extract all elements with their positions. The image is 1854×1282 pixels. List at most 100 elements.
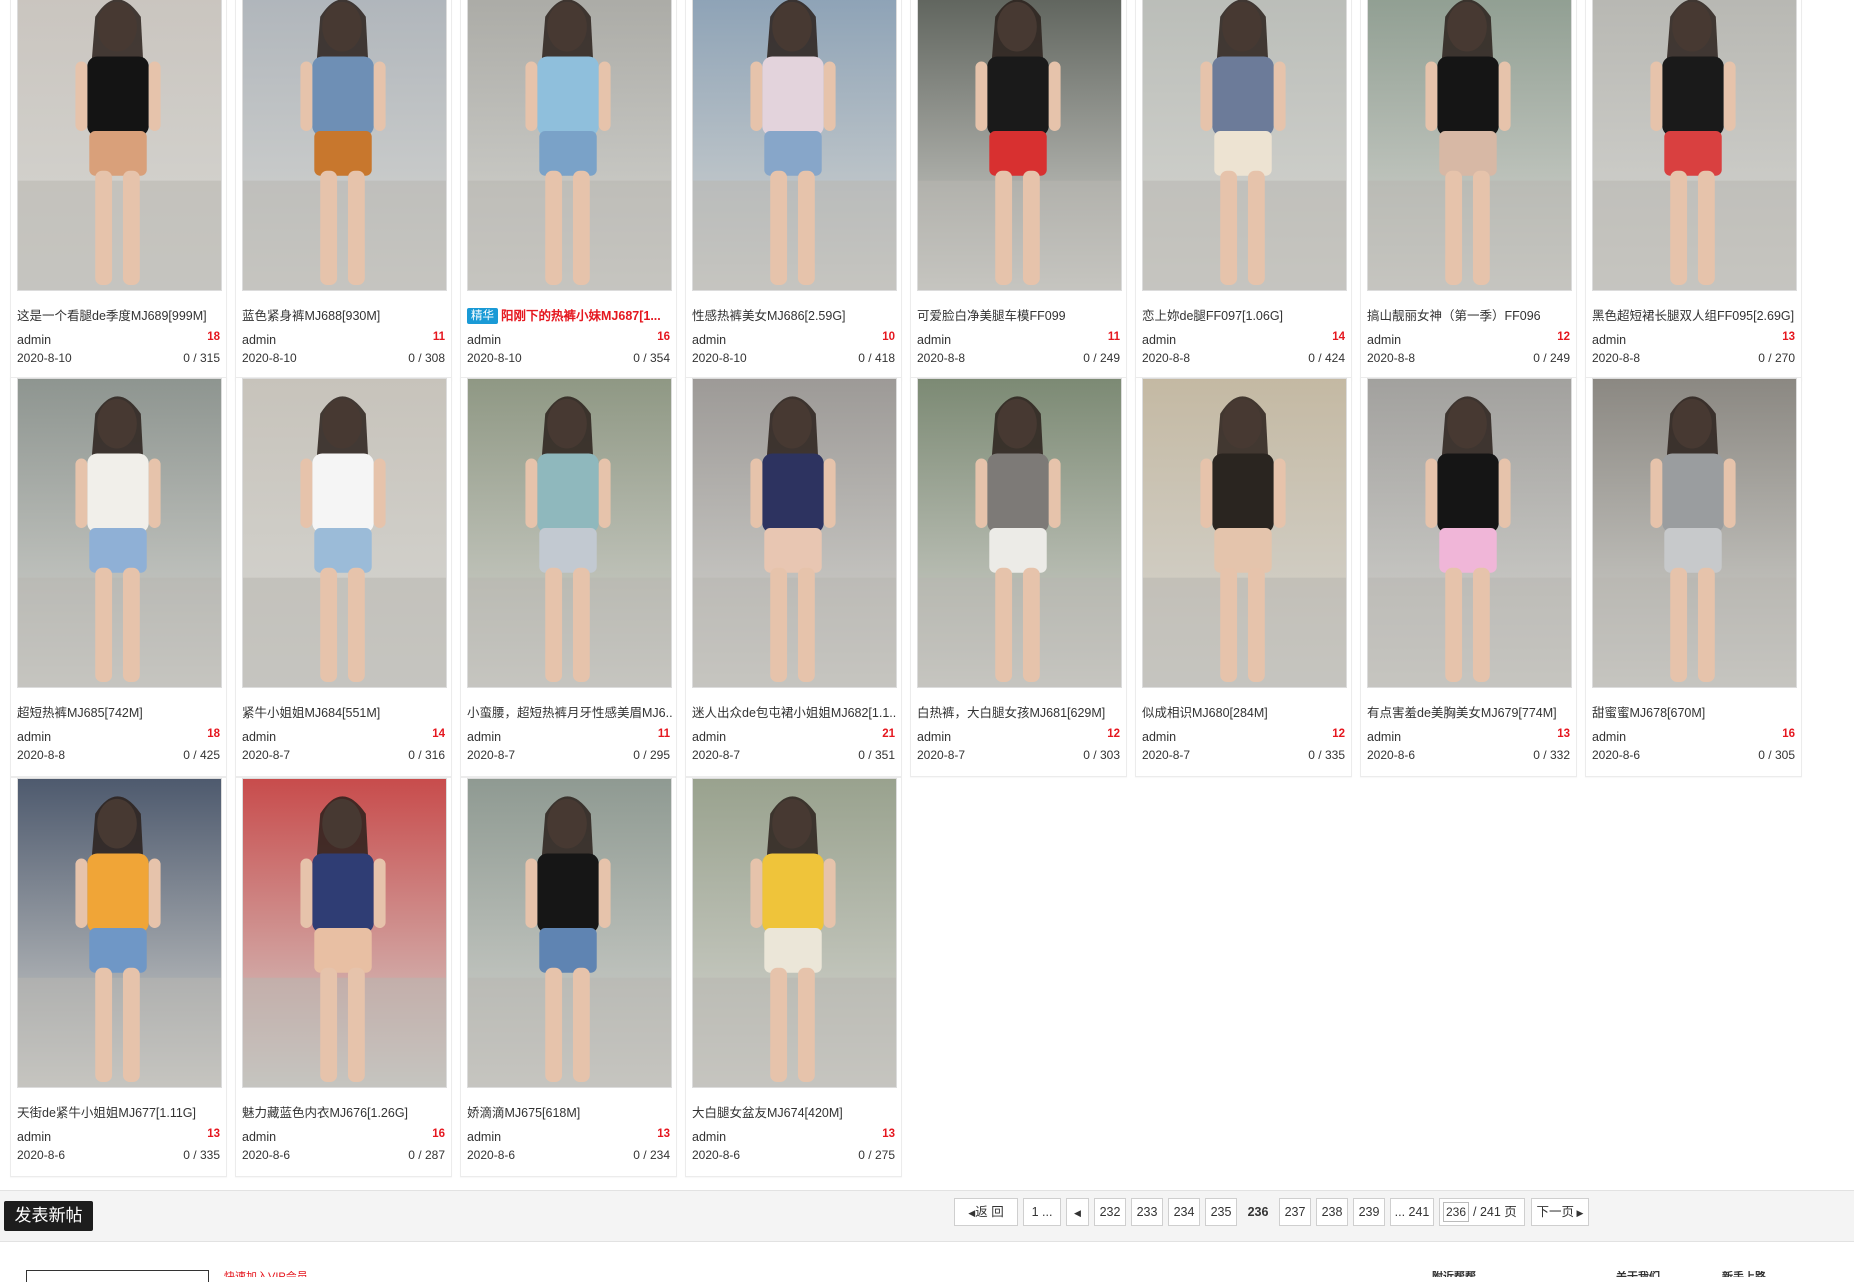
thread-author[interactable]: admin bbox=[17, 1130, 51, 1144]
thread-title-text[interactable]: 小蛮腰，超短热裤月牙性感美眉MJ6... bbox=[467, 706, 672, 720]
thread-title-text[interactable]: 甜蜜蜜MJ678[670M] bbox=[1592, 706, 1705, 720]
thread-author[interactable]: admin bbox=[467, 333, 501, 347]
footer-link[interactable]: 新手上路 bbox=[1722, 1271, 1766, 1277]
thread-title-text[interactable]: 娇滴滴MJ675[618M] bbox=[467, 1106, 580, 1120]
thread-title-text[interactable]: 紧牛小姐姐MJ684[551M] bbox=[242, 706, 380, 720]
page-link[interactable]: 232 bbox=[1094, 1198, 1126, 1226]
thread-card[interactable]: 白热裤，大白腿女孩MJ681[629M] admin 12 2020-8-7 0 / 3… bbox=[910, 377, 1127, 777]
thread-thumbnail[interactable] bbox=[692, 778, 897, 1088]
thread-title-text[interactable]: 蓝色紧身裤MJ688[930M] bbox=[242, 309, 380, 323]
page-first[interactable]: 1 ... bbox=[1023, 1198, 1061, 1226]
thread-title[interactable]: 白热裤，大白腿女孩MJ681[629M] bbox=[917, 704, 1122, 722]
thread-card[interactable]: 黑色超短裙长腿双人组FF095[2.69G] admin 13 2020-8-8 0 /… bbox=[1585, 0, 1802, 380]
thread-title-text[interactable]: 大白腿女盆友MJ674[420M] bbox=[692, 1106, 843, 1120]
thread-title[interactable]: 甜蜜蜜MJ678[670M] bbox=[1592, 704, 1797, 722]
thread-title[interactable]: 似成相识MJ680[284M] bbox=[1142, 704, 1347, 722]
thread-thumbnail[interactable] bbox=[17, 378, 222, 688]
page-link[interactable]: 239 bbox=[1353, 1198, 1385, 1226]
thread-title-text[interactable]: 白热裤，大白腿女孩MJ681[629M] bbox=[917, 706, 1105, 720]
footer-link[interactable]: 关于我们 bbox=[1616, 1271, 1660, 1277]
thread-author[interactable]: admin bbox=[1142, 730, 1176, 744]
thread-thumbnail[interactable] bbox=[242, 378, 447, 688]
thread-author[interactable]: admin bbox=[1592, 333, 1626, 347]
thread-card[interactable]: 紧牛小姐姐MJ684[551M] admin 14 2020-8-7 0 / 316 bbox=[235, 377, 452, 777]
thread-title[interactable]: 精华 阳刚下的热裤小妹MJ687[1... bbox=[467, 307, 672, 325]
next-page-button[interactable]: 下一页 ▶ bbox=[1531, 1198, 1589, 1226]
thread-title-text[interactable]: 天街de紧牛小姐姐MJ677[1.11G] bbox=[17, 1106, 196, 1120]
thread-author[interactable]: admin bbox=[917, 730, 951, 744]
thread-author[interactable]: admin bbox=[692, 730, 726, 744]
thread-title[interactable]: 这是一个看腿de季度MJ689[999M] bbox=[17, 307, 222, 325]
prev-page-button[interactable]: ◀ bbox=[1066, 1198, 1089, 1226]
thread-card[interactable]: 性感热裤美女MJ686[2.59G] admin 10 2020-8-10 0 / 41… bbox=[685, 0, 902, 380]
thread-title[interactable]: 天街de紧牛小姐姐MJ677[1.11G] bbox=[17, 1104, 222, 1122]
thread-thumbnail[interactable] bbox=[1592, 0, 1797, 291]
footer-link[interactable]: 附近帮帮 bbox=[1432, 1271, 1476, 1277]
page-link[interactable]: 237 bbox=[1279, 1198, 1311, 1226]
page-link[interactable]: 233 bbox=[1131, 1198, 1163, 1226]
thread-author[interactable]: admin bbox=[467, 1130, 501, 1144]
thread-thumbnail[interactable] bbox=[467, 0, 672, 291]
thread-card[interactable]: 天街de紧牛小姐姐MJ677[1.11G] admin 13 2020-8-6 0 / … bbox=[10, 777, 227, 1177]
back-button[interactable]: ◀返 回 bbox=[954, 1198, 1018, 1226]
thread-card[interactable]: 这是一个看腿de季度MJ689[999M] admin 18 2020-8-10 0 /… bbox=[10, 0, 227, 380]
thread-author[interactable]: admin bbox=[1367, 333, 1401, 347]
thread-title-text[interactable]: 可爱脸白净美腿车模FF099 bbox=[917, 309, 1066, 323]
thread-title-text[interactable]: 迷人出众de包屯裙小姐姐MJ682[1.1... bbox=[692, 706, 897, 720]
thread-thumbnail[interactable] bbox=[242, 0, 447, 291]
thread-title[interactable]: 可爱脸白净美腿车模FF099 bbox=[917, 307, 1122, 325]
page-link[interactable]: 238 bbox=[1316, 1198, 1348, 1226]
thread-title[interactable]: 魅力藏蓝色内衣MJ676[1.26G] bbox=[242, 1104, 447, 1122]
thread-author[interactable]: admin bbox=[242, 1130, 276, 1144]
thread-thumbnail[interactable] bbox=[1367, 378, 1572, 688]
page-link[interactable]: 235 bbox=[1205, 1198, 1237, 1226]
thread-thumbnail[interactable] bbox=[917, 0, 1122, 291]
thread-title-text[interactable]: 似成相识MJ680[284M] bbox=[1142, 706, 1268, 720]
thread-thumbnail[interactable] bbox=[1142, 378, 1347, 688]
thread-thumbnail[interactable] bbox=[1592, 378, 1797, 688]
thread-title-text[interactable]: 性感热裤美女MJ686[2.59G] bbox=[692, 309, 846, 323]
thread-author[interactable]: admin bbox=[917, 333, 951, 347]
thread-title-text[interactable]: 有点害羞de美胸美女MJ679[774M] bbox=[1367, 706, 1557, 720]
thread-card[interactable]: 似成相识MJ680[284M] admin 12 2020-8-7 0 / 335 bbox=[1135, 377, 1352, 777]
thread-thumbnail[interactable] bbox=[1142, 0, 1347, 291]
thread-title-text[interactable]: 超短热裤MJ685[742M] bbox=[17, 706, 143, 720]
thread-card[interactable]: 精华 阳刚下的热裤小妹MJ687[1... admin 16 2020-8-10 0 / … bbox=[460, 0, 677, 380]
thread-title-text[interactable]: 这是一个看腿de季度MJ689[999M] bbox=[17, 309, 207, 323]
thread-title[interactable]: 小蛮腰，超短热裤月牙性感美眉MJ6... bbox=[467, 704, 672, 722]
thread-card[interactable]: 超短热裤MJ685[742M] admin 18 2020-8-8 0 / 425 bbox=[10, 377, 227, 777]
thread-author[interactable]: admin bbox=[1367, 730, 1401, 744]
thread-title-text[interactable]: 阳刚下的热裤小妹MJ687[1... bbox=[501, 309, 661, 323]
thread-title[interactable]: 黑色超短裙长腿双人组FF095[2.69G] bbox=[1592, 307, 1797, 325]
thread-thumbnail[interactable] bbox=[1367, 0, 1572, 291]
page-last[interactable]: ... 241 bbox=[1390, 1198, 1434, 1226]
thread-author[interactable]: admin bbox=[692, 333, 726, 347]
thread-author[interactable]: admin bbox=[242, 333, 276, 347]
thread-card[interactable]: 大白腿女盆友MJ674[420M] admin 13 2020-8-6 0 / 275 bbox=[685, 777, 902, 1177]
footer-vip-link[interactable]: 快速加入VIP会员 bbox=[224, 1271, 308, 1277]
thread-title-text[interactable]: 搞山靓丽女神（第一季）FF096 bbox=[1367, 309, 1541, 323]
thread-card[interactable]: 小蛮腰，超短热裤月牙性感美眉MJ6... admin 11 2020-8-7 0 / 2… bbox=[460, 377, 677, 777]
thread-title[interactable]: 迷人出众de包屯裙小姐姐MJ682[1.1... bbox=[692, 704, 897, 722]
thread-author[interactable]: admin bbox=[467, 730, 501, 744]
thread-title[interactable]: 蓝色紧身裤MJ688[930M] bbox=[242, 307, 447, 325]
thread-card[interactable]: 可爱脸白净美腿车模FF099 admin 11 2020-8-8 0 / 249 bbox=[910, 0, 1127, 380]
thread-title[interactable]: 恋上妳de腿FF097[1.06G] bbox=[1142, 307, 1347, 325]
thread-card[interactable]: 魅力藏蓝色内衣MJ676[1.26G] admin 16 2020-8-6 0 / 28… bbox=[235, 777, 452, 1177]
thread-title[interactable]: 娇滴滴MJ675[618M] bbox=[467, 1104, 672, 1122]
thread-card[interactable]: 恋上妳de腿FF097[1.06G] admin 14 2020-8-8 0 / 424 bbox=[1135, 0, 1352, 380]
thread-author[interactable]: admin bbox=[17, 333, 51, 347]
thread-title-text[interactable]: 魅力藏蓝色内衣MJ676[1.26G] bbox=[242, 1106, 408, 1120]
page-link[interactable]: 234 bbox=[1168, 1198, 1200, 1226]
thread-author[interactable]: admin bbox=[242, 730, 276, 744]
thread-thumbnail[interactable] bbox=[467, 778, 672, 1088]
thread-title[interactable]: 大白腿女盆友MJ674[420M] bbox=[692, 1104, 897, 1122]
thread-thumbnail[interactable] bbox=[242, 778, 447, 1088]
thread-thumbnail[interactable] bbox=[692, 378, 897, 688]
thread-thumbnail[interactable] bbox=[917, 378, 1122, 688]
thread-author[interactable]: admin bbox=[1592, 730, 1626, 744]
thread-title[interactable]: 紧牛小姐姐MJ684[551M] bbox=[242, 704, 447, 722]
thread-card[interactable]: 蓝色紧身裤MJ688[930M] admin 11 2020-8-10 0 / 308 bbox=[235, 0, 452, 380]
thread-card[interactable]: 甜蜜蜜MJ678[670M] admin 16 2020-8-6 0 / 305 bbox=[1585, 377, 1802, 777]
thread-title[interactable]: 搞山靓丽女神（第一季）FF096 bbox=[1367, 307, 1572, 325]
